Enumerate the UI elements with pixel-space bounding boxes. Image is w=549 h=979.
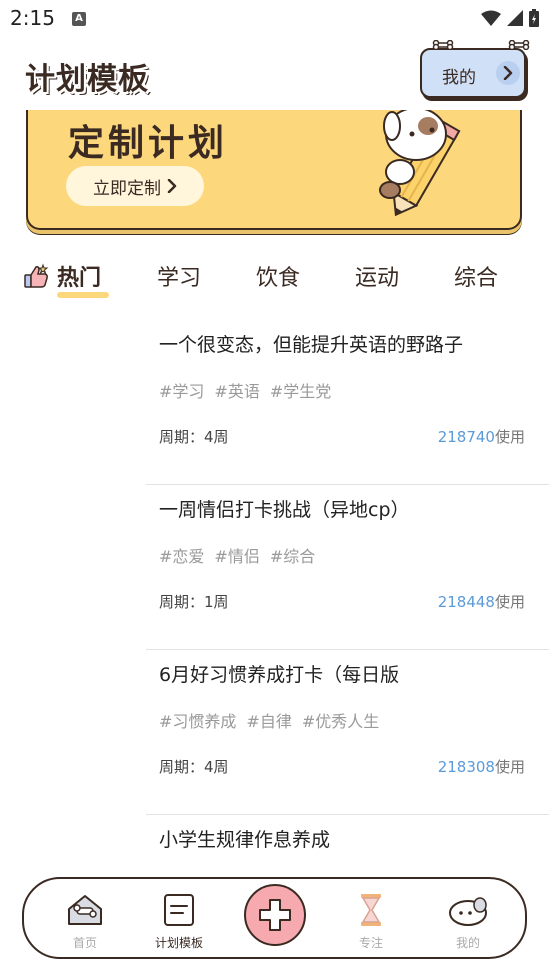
chevron-right-icon (496, 61, 520, 85)
plan-title: 一个很变态，但能提升英语的野路子 (159, 334, 464, 356)
nav-mine-label: 我的 (455, 936, 480, 950)
tab-diet[interactable]: 饮食 (256, 260, 300, 292)
tab-hot[interactable]: 热门 (57, 260, 101, 292)
bone-decoration-icon (432, 40, 454, 50)
plan-tag: #恋爱 (159, 547, 205, 566)
chevron-right-icon (167, 179, 177, 193)
wifi-icon (481, 10, 501, 26)
tab-exercise[interactable]: 运动 (355, 260, 399, 292)
plan-card[interactable]: 一个很变态，但能提升英语的野路子 #学习 #英语 #学生党 周期：4周 2187… (146, 320, 549, 485)
plan-usage-count: 218448 (437, 593, 495, 611)
dog-avatar-icon (449, 897, 487, 926)
plan-tag: #学习 (159, 382, 205, 401)
battery-icon (529, 9, 539, 27)
nav-plan-templates-label: 计划模板 (154, 936, 203, 950)
add-plan-button[interactable] (244, 884, 306, 946)
plan-card[interactable]: 一周情侣打卡挑战（异地cp） #恋爱 #情侣 #综合 周期：1周 218448使… (146, 485, 549, 650)
status-time: 2:15 (10, 6, 55, 30)
plan-tags: #恋爱 #情侣 #综合 (159, 543, 315, 567)
plan-tag: #习惯养成 (159, 712, 237, 731)
nav-mine[interactable]: 我的 (433, 887, 503, 953)
plan-tags: #学习 #英语 #学生党 (159, 378, 331, 402)
page-title: 计划模板 (25, 62, 149, 97)
plan-tag: #优秀人生 (301, 712, 380, 731)
nav-home[interactable]: 首页 (50, 887, 120, 953)
customize-now-button[interactable]: 立即定制 (66, 166, 204, 206)
plan-period: 周期：4周 (159, 428, 229, 446)
dog-with-pencil-illustration (379, 110, 461, 216)
bottom-nav: 首页 计划模板 专注 我的 (22, 877, 527, 959)
bone-decoration-icon (508, 40, 530, 50)
home-icon (68, 895, 102, 925)
my-button-label: 我的 (442, 68, 476, 88)
hourglass-icon (361, 894, 381, 926)
nav-focus[interactable]: 专注 (336, 887, 406, 953)
plan-usage: 218448使用 (438, 591, 525, 612)
plan-tag: #情侣 (214, 547, 260, 566)
my-button[interactable]: 我的 (420, 40, 530, 98)
plan-usage: 218740使用 (438, 426, 525, 447)
customize-now-label: 立即定制 (93, 178, 161, 199)
nav-focus-label: 专注 (358, 936, 383, 950)
status-bar: 2:15 A (0, 0, 549, 36)
thumbs-up-icon (24, 263, 49, 288)
tab-general[interactable]: 综合 (454, 260, 498, 292)
nav-home-label: 首页 (72, 936, 97, 950)
header: 计划模板 我的 (0, 40, 549, 110)
plan-tag: #自律 (246, 712, 292, 731)
plan-card[interactable]: 6月好习惯养成打卡（每日版 #习惯养成 #自律 #优秀人生 周期：4周 2183… (146, 650, 549, 815)
plan-usage-suffix: 使用 (494, 593, 525, 611)
note-icon (164, 894, 194, 926)
custom-plan-banner[interactable]: 定制计划 立即定制 (26, 110, 522, 230)
active-tab-indicator (57, 292, 109, 298)
plan-usage-suffix: 使用 (494, 758, 525, 776)
plan-tags: #习惯养成 #自律 #优秀人生 (159, 708, 379, 732)
plan-usage-count: 218740 (437, 428, 495, 446)
category-tabs: 热门 学习 饮食 运动 综合 (0, 254, 549, 302)
plan-usage-count: 218308 (437, 758, 495, 776)
plan-period: 周期：1周 (159, 593, 229, 611)
plan-usage: 218308使用 (438, 756, 525, 777)
tab-study[interactable]: 学习 (157, 260, 201, 292)
plan-title: 小学生规律作息养成 (159, 829, 331, 851)
plus-icon (259, 899, 291, 931)
plan-title: 一周情侣打卡挑战（异地cp） (159, 499, 410, 521)
notification-icon: A (72, 12, 86, 26)
banner-title: 定制计划 (68, 123, 229, 164)
plan-tag: #综合 (269, 547, 316, 566)
nav-plan-templates[interactable]: 计划模板 (144, 887, 214, 953)
plan-usage-suffix: 使用 (494, 428, 525, 446)
plan-title: 6月好习惯养成打卡（每日版 (159, 664, 400, 686)
plan-period: 周期：4周 (159, 758, 229, 776)
status-icons (481, 9, 539, 27)
plan-tag: #学生党 (269, 382, 332, 401)
signal-icon (507, 10, 523, 26)
plan-tag: #英语 (214, 382, 260, 401)
